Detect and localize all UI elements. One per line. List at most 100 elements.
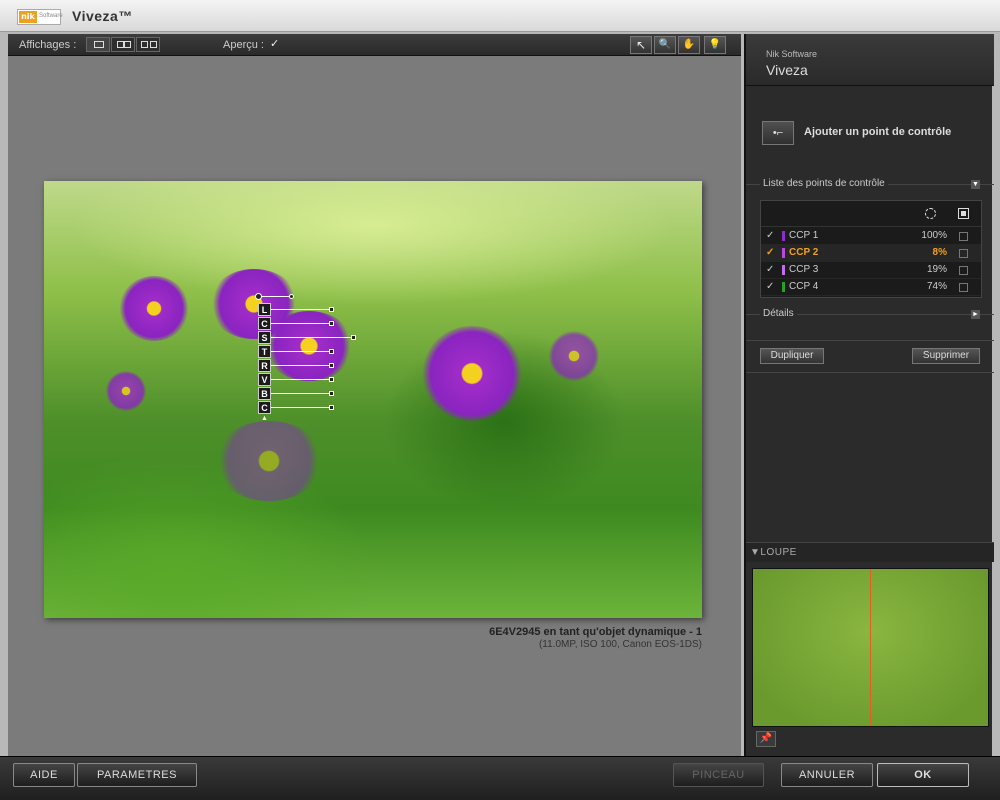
delete-button[interactable]: Supprimer	[912, 348, 980, 364]
slider-letter[interactable]: B	[258, 387, 271, 400]
preview-label: Aperçu :	[223, 39, 264, 51]
slider-handle[interactable]	[329, 307, 334, 312]
settings-button[interactable]: PARAMETRES	[77, 763, 197, 787]
slider-track	[271, 393, 331, 394]
slider-handle[interactable]	[329, 363, 334, 368]
control-point-mask-checkbox[interactable]	[959, 266, 968, 275]
control-point-opacity[interactable]: 8%	[901, 247, 947, 258]
slider-track	[271, 379, 331, 380]
title-bar: nik Software Viveza™	[0, 0, 1000, 32]
single-view-icon	[94, 41, 104, 48]
cancel-button[interactable]: ANNULER	[781, 763, 873, 787]
bulb-tool-icon: 💡	[708, 39, 722, 50]
slider-track	[271, 323, 331, 324]
split-view-button[interactable]	[111, 37, 135, 52]
control-point-row[interactable]: ✓ CCP 2 8%	[761, 245, 981, 262]
flower-image-part	[106, 371, 146, 411]
control-point-row[interactable]: ✓ CCP 1 100%	[761, 228, 981, 245]
control-point-opacity[interactable]: 19%	[901, 264, 947, 275]
loupe-split-line	[870, 569, 871, 726]
show-radius-icon[interactable]	[925, 208, 936, 219]
zoom-tool-button[interactable]: 🔍	[654, 36, 676, 54]
control-point-mask-checkbox[interactable]	[959, 249, 968, 258]
select-tool-button[interactable]: ↖	[630, 36, 652, 54]
control-point-color-swatch	[782, 231, 785, 241]
control-point-icon: •⌐	[772, 127, 784, 139]
pin-icon: 📌	[759, 733, 773, 744]
loupe-preview	[752, 568, 989, 727]
loupe-title: ▼LOUPE	[750, 547, 797, 558]
slider-handle[interactable]	[329, 405, 334, 410]
add-control-point-button[interactable]: •⌐	[762, 121, 794, 145]
show-mask-icon[interactable]	[958, 208, 969, 219]
slider-letter[interactable]: T	[258, 345, 271, 358]
divider	[746, 372, 994, 373]
brand-product: Viveza	[766, 62, 808, 78]
control-point-enable-checkbox[interactable]: ✓	[766, 282, 776, 292]
ok-button[interactable]: OK	[877, 763, 969, 787]
details-title: Détails	[760, 308, 797, 319]
slider-letter[interactable]: L	[258, 303, 271, 316]
side-by-side-view-button[interactable]	[136, 37, 160, 52]
flower-photo[interactable]: L C S T R V B C ▲	[44, 181, 702, 618]
control-point-enable-checkbox[interactable]: ✓	[766, 248, 776, 258]
slider-letter[interactable]: C	[258, 401, 271, 414]
slider-handle[interactable]	[329, 349, 334, 354]
flower-image-part	[422, 326, 522, 421]
select-tool-icon: ↖	[635, 38, 647, 52]
side-right-icon	[150, 41, 157, 48]
control-point-opacity[interactable]: 100%	[901, 230, 947, 241]
image-caption-title: 6E4V2945 en tant qu'objet dynamique - 1	[489, 626, 702, 638]
control-point-mask-checkbox[interactable]	[959, 283, 968, 292]
slider-letter[interactable]: R	[258, 359, 271, 372]
slider-handle[interactable]	[329, 321, 334, 326]
control-point-name: CCP 2	[789, 247, 819, 258]
hand-tool-icon: ✋	[682, 39, 696, 50]
control-point-opacity[interactable]: 74%	[901, 281, 947, 292]
image-toolbar: Affichages : Aperçu : ✓ ↖ 🔍 ✋ 💡	[8, 34, 741, 56]
loupe-header[interactable]: ▼LOUPE	[746, 542, 994, 562]
image-canvas: L C S T R V B C ▲ 6E4V2945 en tant qu'ob…	[8, 56, 741, 756]
slider-track	[271, 337, 353, 338]
bottom-bar: AIDE PARAMETRES PINCEAU ANNULER OK	[0, 756, 1000, 800]
collapse-arrow-icon[interactable]: ▼	[971, 180, 980, 189]
zoom-tool-icon: 🔍	[658, 39, 672, 50]
pin-loupe-button[interactable]: 📌	[756, 731, 776, 747]
slider-letter[interactable]: C	[258, 317, 271, 330]
bulb-tool-button[interactable]: 💡	[704, 36, 726, 54]
slider-handle[interactable]	[351, 335, 356, 340]
duplicate-button[interactable]: Dupliquer	[760, 348, 824, 364]
slider-letter[interactable]: S	[258, 331, 271, 344]
brush-button[interactable]: PINCEAU	[673, 763, 764, 787]
window-title: Viveza™	[72, 8, 133, 24]
control-point[interactable]: L C S T R V B C ▲	[255, 293, 365, 423]
help-button[interactable]: AIDE	[13, 763, 75, 787]
control-point-mask-checkbox[interactable]	[959, 232, 968, 241]
control-point-list: ✓ CCP 1 100% ✓ CCP 2 8% ✓ CCP 3 19% ✓ CC…	[760, 200, 982, 298]
control-point-enable-checkbox[interactable]: ✓	[766, 231, 776, 241]
preview-checkbox[interactable]: ✓	[270, 38, 282, 50]
hand-tool-button[interactable]: ✋	[678, 36, 700, 54]
control-point-row[interactable]: ✓ CCP 4 74%	[761, 279, 981, 296]
control-point-row[interactable]: ✓ CCP 3 19%	[761, 262, 981, 279]
single-view-button[interactable]	[86, 37, 110, 52]
divider	[746, 340, 994, 341]
control-point-list-columns	[761, 201, 981, 227]
image-caption-details: (11.0MP, ISO 100, Canon EOS-1DS)	[538, 639, 702, 650]
control-point-color-swatch	[782, 265, 785, 275]
expand-arrow-icon[interactable]: ►	[971, 310, 980, 319]
slider-handle[interactable]	[329, 377, 334, 382]
control-point-name: CCP 3	[789, 264, 819, 275]
control-point-radius-handle[interactable]	[289, 294, 294, 299]
control-point-name: CCP 4	[789, 281, 819, 292]
control-point-list-title: Liste des points de contrôle	[760, 178, 888, 189]
slider-handle[interactable]	[329, 391, 334, 396]
control-point-radius-line	[261, 296, 291, 297]
slider-letter[interactable]: V	[258, 373, 271, 386]
slider-track	[271, 407, 331, 408]
details-header[interactable]: Détails ►	[746, 308, 994, 328]
nik-logo: nik Software	[17, 9, 63, 25]
collapse-sliders-icon[interactable]: ▲	[261, 415, 268, 422]
control-point-list-header[interactable]: Liste des points de contrôle ▼	[746, 178, 994, 198]
control-point-enable-checkbox[interactable]: ✓	[766, 265, 776, 275]
